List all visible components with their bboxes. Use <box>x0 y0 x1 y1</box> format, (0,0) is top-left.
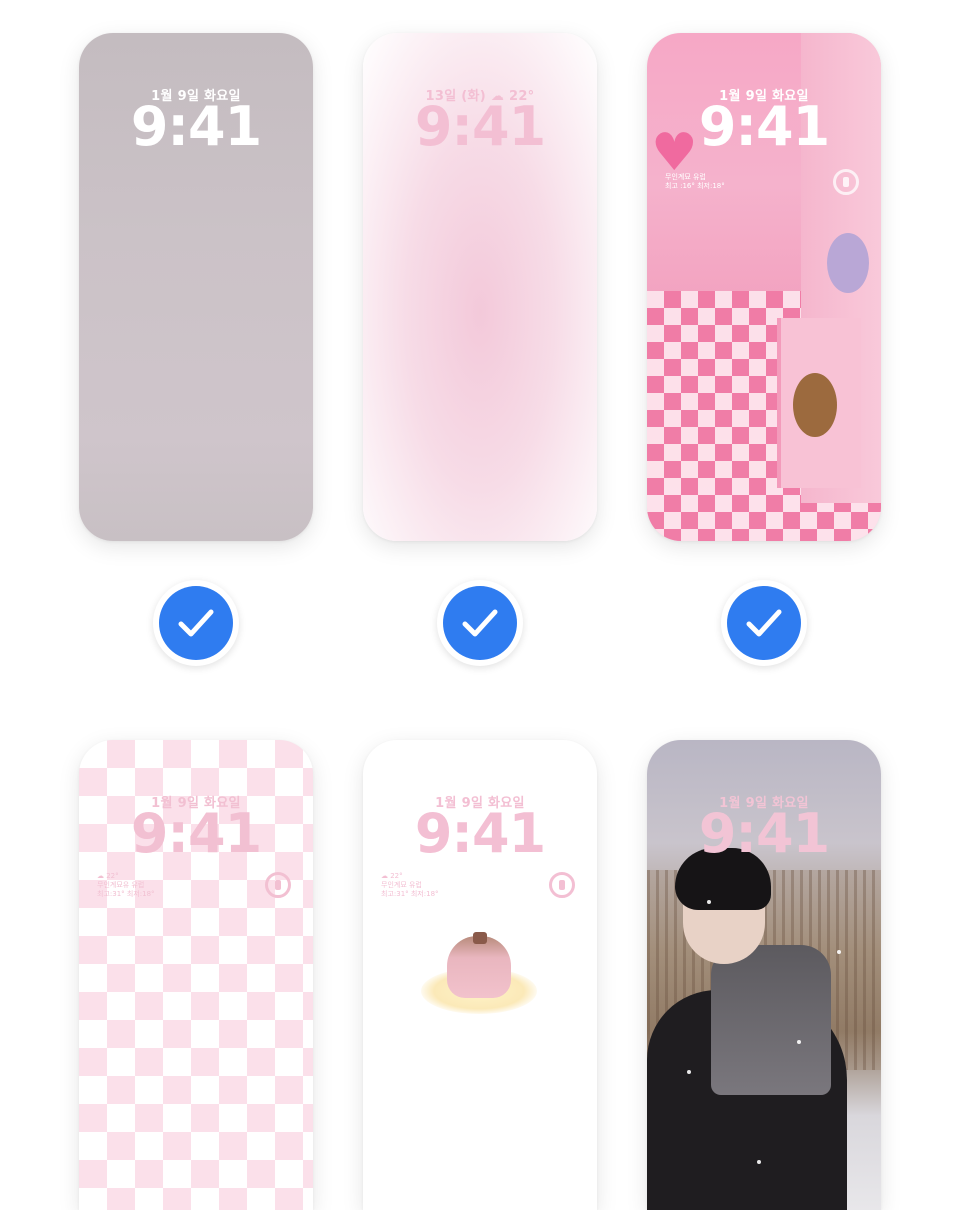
lockscreen-time: 9:41 <box>414 802 546 865</box>
activity-ring-icon <box>549 872 575 898</box>
checkmark-icon <box>746 609 782 637</box>
widget-line: 최고:31° 최저:18° <box>381 890 439 898</box>
widget-line: 최고:31° 최저:18° <box>97 890 155 898</box>
wallpaper-card-5[interactable]: 1월 9일 화요일 9:41 ☁ 22° 무인계묘 유럽 최고:31° 최저:1… <box>363 740 597 1210</box>
lockscreen-time: 9:41 <box>130 802 262 865</box>
activity-ring-icon <box>833 169 859 195</box>
wallpaper-card-3[interactable]: ♥ 1월 9일 화요일 9:41 무인계묘 유럽 최고 :16° 최저:18° <box>647 33 881 541</box>
plush-toy <box>827 233 869 293</box>
lockscreen-time: 9:41 <box>414 95 546 158</box>
person-scarf <box>711 945 831 1095</box>
wallpaper-card-1[interactable]: 1월 9일 화요일 9:41 <box>79 33 313 541</box>
wallpaper-card-4[interactable]: 1월 9일 화요일 9:41 ☁ 22° 무인계묘유 유럽 최고:31° 최저:… <box>79 740 313 1210</box>
lockscreen-time: 9:41 <box>698 95 830 158</box>
selected-check-button[interactable] <box>153 580 239 666</box>
selected-check-button[interactable] <box>437 580 523 666</box>
lockscreen-time: 9:41 <box>130 95 262 158</box>
snowflake <box>757 1160 761 1164</box>
snowflake <box>687 1070 691 1074</box>
widget-line: ☁ 22° <box>97 872 119 880</box>
widget-line: 최고 :16° 최저:18° <box>665 182 725 190</box>
widget-line: 무인계묘유 유럽 <box>97 881 145 889</box>
weather-widget: ☁ 22° 무인계묘유 유럽 최고:31° 최저:18° <box>97 872 155 899</box>
selected-check-button[interactable] <box>721 580 807 666</box>
weather-widget: ☁ 22° 무인계묘 유럽 최고:31° 최저:18° <box>381 872 439 899</box>
weather-widget: 무인계묘 유럽 최고 :16° 최저:18° <box>665 173 725 191</box>
widget-line: ☁ 22° <box>381 872 403 880</box>
widget-line: 무인계묘 유럽 <box>665 173 706 181</box>
snowflake <box>837 950 841 954</box>
pudding-illustration <box>447 936 511 998</box>
checkmark-icon <box>178 609 214 637</box>
pudding-topping <box>473 932 487 944</box>
widget-line: 무인계묘 유럽 <box>381 881 422 889</box>
activity-ring-icon <box>265 872 291 898</box>
checkmark-icon <box>462 609 498 637</box>
snowflake <box>707 900 711 904</box>
lockscreen-time: 9:41 <box>698 802 830 865</box>
snowflake <box>797 1040 801 1044</box>
wallpaper-card-2[interactable]: 13일 (화) ☁ 22° 9:41 <box>363 33 597 541</box>
wallpaper-card-6[interactable]: 1월 9일 화요일 9:41 <box>647 740 881 1210</box>
plush-bear <box>793 373 837 437</box>
